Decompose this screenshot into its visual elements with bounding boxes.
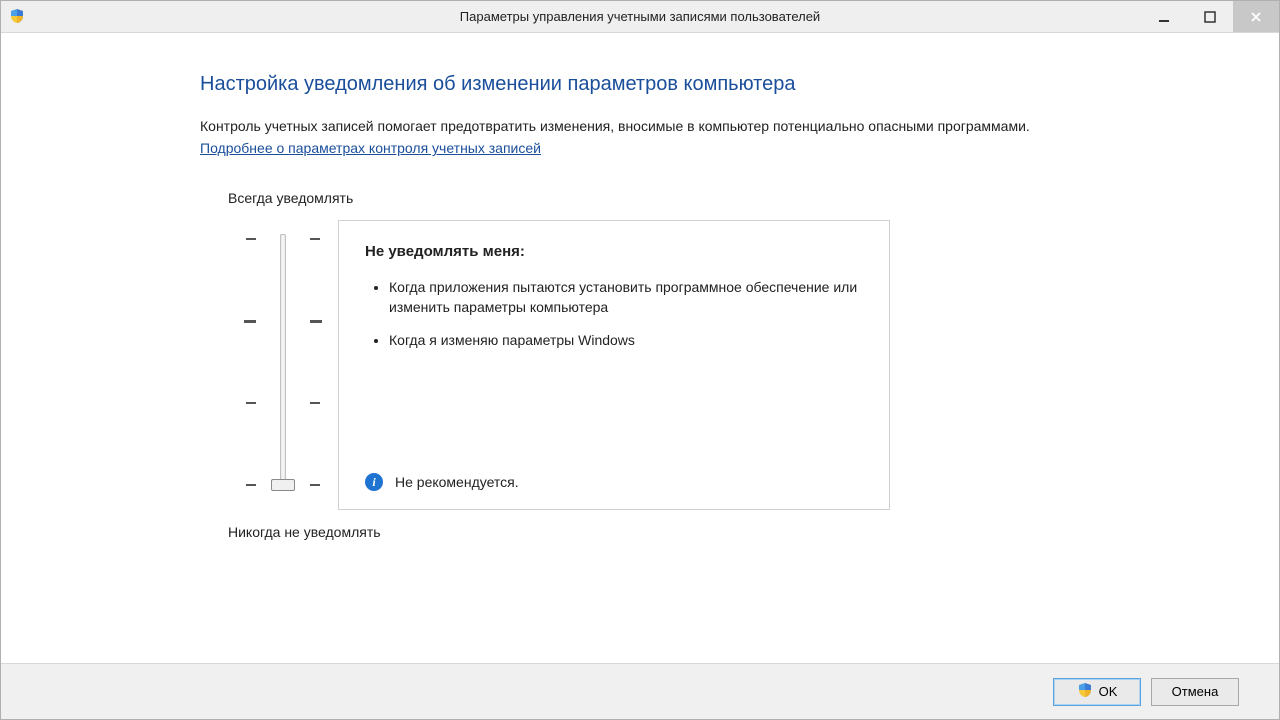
window-controls	[1141, 1, 1279, 32]
list-item: Когда приложения пытаются установить про…	[389, 278, 863, 317]
page-description: Контроль учетных записей помогает предот…	[200, 116, 1080, 136]
list-item: Когда я изменяю параметры Windows	[389, 331, 863, 351]
info-title: Не уведомлять меня:	[365, 243, 863, 260]
slider-track	[280, 234, 286, 488]
learn-more-link[interactable]: Подробнее о параметрах контроля учетных …	[200, 140, 541, 156]
slider-label-top: Всегда уведомлять	[228, 190, 1080, 206]
shield-icon	[1077, 682, 1093, 701]
slider-label-bottom: Никогда не уведомлять	[228, 524, 1080, 540]
content-area: Настройка уведомления об изменении парам…	[1, 33, 1279, 663]
slider-thumb[interactable]	[271, 479, 295, 491]
titlebar: Параметры управления учетными записями п…	[1, 1, 1279, 33]
recommendation-text: Не рекомендуется.	[395, 474, 519, 490]
minimize-button[interactable]	[1141, 1, 1187, 32]
notification-slider[interactable]	[228, 220, 338, 510]
cancel-button[interactable]: Отмена	[1151, 678, 1239, 706]
window-title: Параметры управления учетными записями п…	[1, 9, 1279, 24]
dialog-footer: OK Отмена	[1, 663, 1279, 719]
uac-settings-window: Параметры управления учетными записями п…	[0, 0, 1280, 720]
recommendation-row: i Не рекомендуется.	[365, 473, 863, 491]
maximize-button[interactable]	[1187, 1, 1233, 32]
shield-icon	[9, 8, 27, 26]
ok-button[interactable]: OK	[1053, 678, 1141, 706]
page-heading: Настройка уведомления об изменении парам…	[200, 73, 1080, 96]
info-list: Когда приложения пытаются установить про…	[365, 278, 863, 365]
close-button[interactable]	[1233, 1, 1279, 32]
info-icon: i	[365, 473, 383, 491]
info-panel: Не уведомлять меня: Когда приложения пыт…	[338, 220, 890, 510]
cancel-button-label: Отмена	[1172, 684, 1219, 699]
ok-button-label: OK	[1099, 684, 1118, 699]
